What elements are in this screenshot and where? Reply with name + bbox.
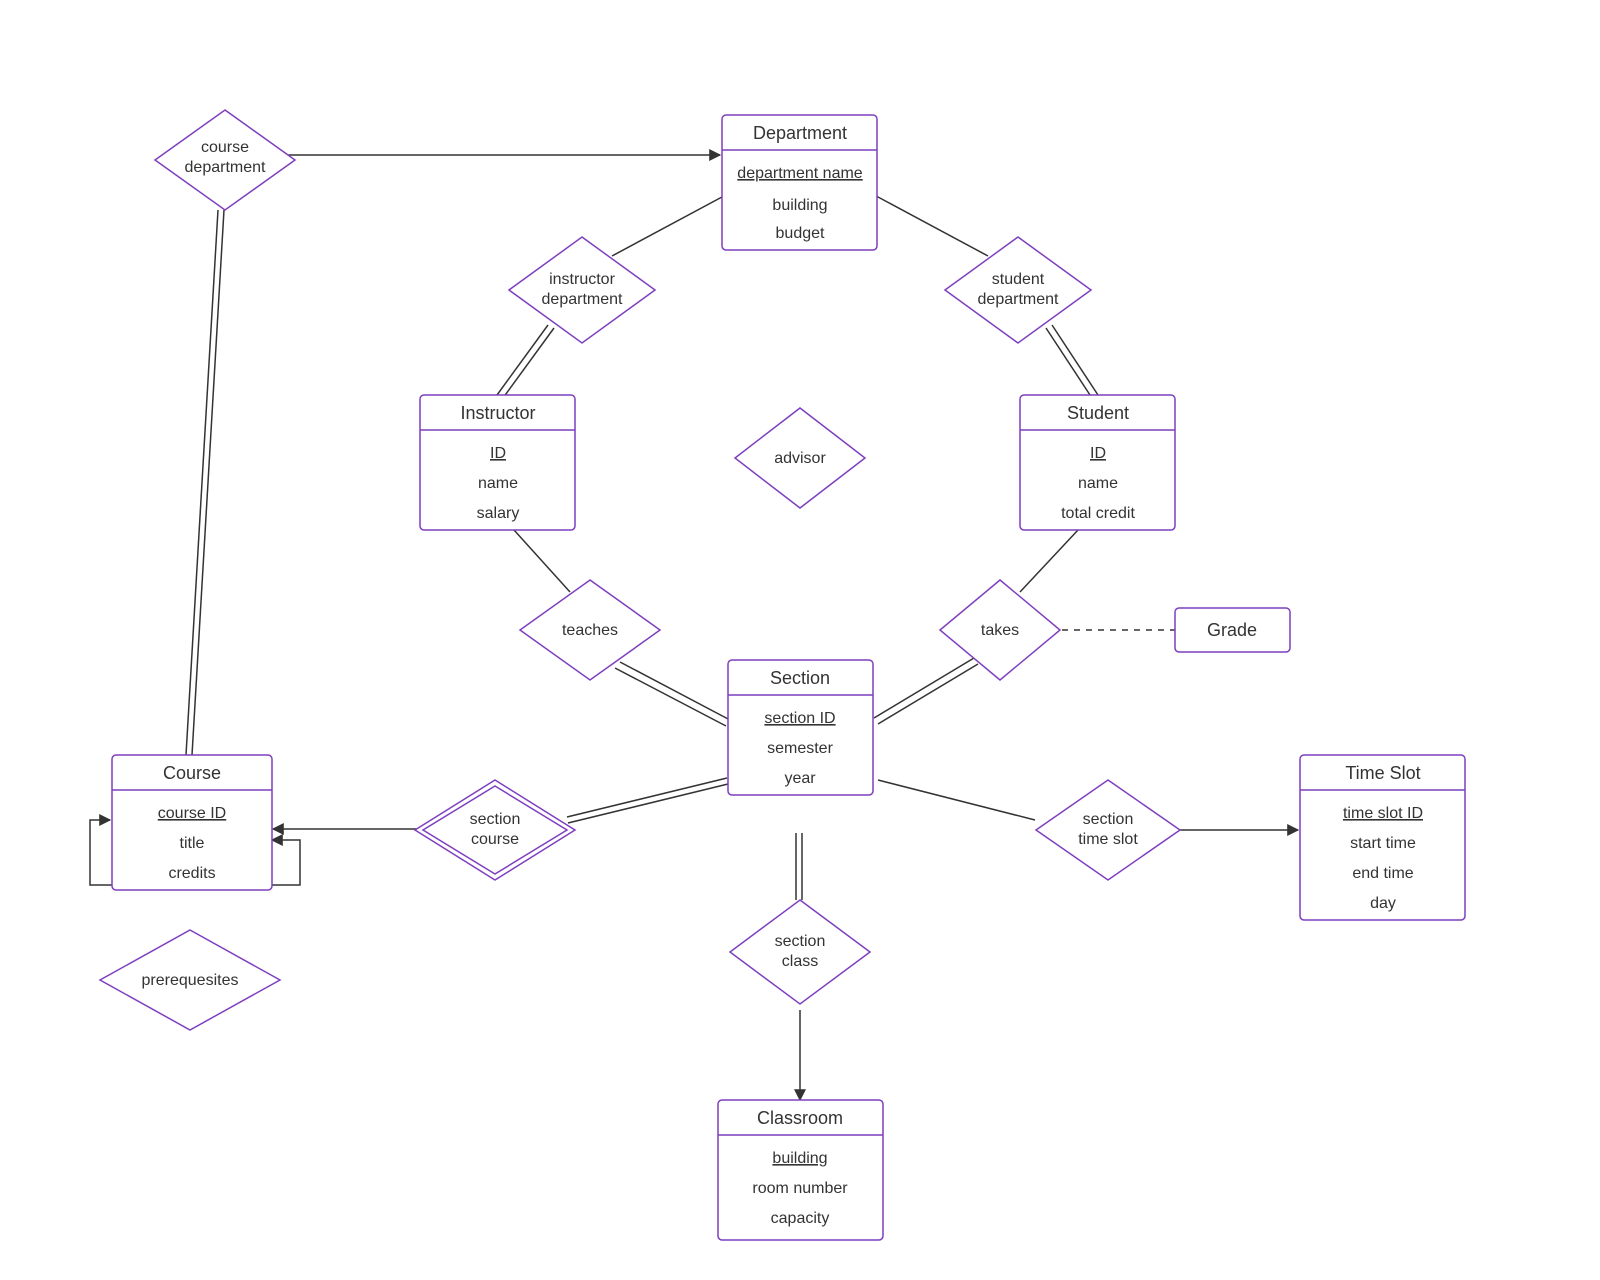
svg-text:time slot ID: time slot ID bbox=[1343, 805, 1423, 822]
edge-studdept-student-b bbox=[1046, 328, 1092, 398]
svg-text:teaches: teaches bbox=[562, 622, 618, 639]
svg-text:year: year bbox=[784, 770, 816, 787]
rel-section-course: section course bbox=[415, 780, 575, 880]
svg-text:course ID: course ID bbox=[158, 805, 226, 822]
entity-student: Student ID name total credit bbox=[1020, 395, 1175, 530]
svg-text:credits: credits bbox=[168, 865, 215, 882]
svg-text:salary: salary bbox=[477, 505, 520, 522]
er-diagram: course department instructor department … bbox=[0, 0, 1600, 1280]
rel-advisor: advisor bbox=[735, 408, 865, 508]
entity-timeslot: Time Slot time slot ID start time end ti… bbox=[1300, 755, 1465, 920]
svg-text:advisor: advisor bbox=[774, 450, 826, 467]
svg-text:course: course bbox=[201, 139, 249, 156]
svg-text:department: department bbox=[978, 291, 1059, 308]
edge-sectime-section bbox=[878, 780, 1035, 820]
svg-text:title: title bbox=[180, 835, 205, 852]
svg-text:time slot: time slot bbox=[1078, 831, 1138, 848]
entity-department: Department department name building budg… bbox=[722, 115, 877, 250]
rel-student-department: student department bbox=[945, 237, 1091, 343]
edge-takes-student bbox=[1020, 530, 1078, 592]
edge-teaches-instructor bbox=[514, 530, 570, 592]
svg-text:Student: Student bbox=[1067, 403, 1129, 423]
edge-teaches-section-b bbox=[615, 668, 726, 726]
svg-text:ID: ID bbox=[1090, 445, 1106, 462]
edge-takes-section-b bbox=[878, 664, 978, 724]
edge-seccourse-section-b bbox=[568, 784, 728, 823]
svg-text:Instructor: Instructor bbox=[460, 403, 535, 423]
edge-instrdept-instructor-a bbox=[497, 325, 548, 395]
svg-text:Grade: Grade bbox=[1207, 620, 1257, 640]
svg-text:total credit: total credit bbox=[1061, 505, 1135, 522]
svg-text:section: section bbox=[470, 811, 521, 828]
entity-instructor: Instructor ID name salary bbox=[420, 395, 575, 530]
svg-text:student: student bbox=[992, 271, 1045, 288]
svg-text:building: building bbox=[772, 1150, 827, 1167]
svg-text:name: name bbox=[478, 475, 518, 492]
svg-text:budget: budget bbox=[776, 225, 825, 242]
entity-classroom: Classroom building room number capacity bbox=[718, 1100, 883, 1240]
svg-text:start time: start time bbox=[1350, 835, 1416, 852]
edge-studdept-student-a bbox=[1052, 325, 1098, 395]
edge-seccourse-section-a bbox=[567, 778, 727, 817]
svg-text:department name: department name bbox=[737, 165, 863, 182]
svg-text:building: building bbox=[772, 197, 827, 214]
svg-text:takes: takes bbox=[981, 622, 1019, 639]
edge-instrdept-instructor-b bbox=[503, 328, 554, 398]
svg-text:section ID: section ID bbox=[764, 710, 835, 727]
entity-section: Section section ID semester year bbox=[728, 660, 873, 795]
svg-text:class: class bbox=[782, 953, 818, 970]
rel-course-department: course department bbox=[155, 110, 295, 210]
edge-instrdept-department bbox=[612, 190, 735, 256]
svg-text:ID: ID bbox=[490, 445, 506, 462]
svg-text:Course: Course bbox=[163, 763, 221, 783]
svg-text:department: department bbox=[185, 159, 266, 176]
rel-section-timeslot: section time slot bbox=[1036, 780, 1180, 880]
svg-text:Classroom: Classroom bbox=[757, 1108, 843, 1128]
svg-text:section: section bbox=[775, 933, 826, 950]
svg-text:Section: Section bbox=[770, 668, 830, 688]
svg-text:end time: end time bbox=[1352, 865, 1413, 882]
rel-prerequisites: prerequesites bbox=[100, 930, 280, 1030]
entity-course: Course course ID title credits bbox=[112, 755, 272, 890]
entity-grade: Grade bbox=[1175, 608, 1290, 652]
rel-takes: takes bbox=[940, 580, 1060, 680]
rel-instructor-department: instructor department bbox=[509, 237, 655, 343]
svg-text:course: course bbox=[471, 831, 519, 848]
svg-text:department: department bbox=[542, 291, 623, 308]
svg-text:prerequesites: prerequesites bbox=[142, 972, 239, 989]
svg-text:room number: room number bbox=[752, 1180, 848, 1197]
rel-section-class: section class bbox=[730, 900, 870, 1004]
svg-text:name: name bbox=[1078, 475, 1118, 492]
edge-teaches-section-a bbox=[620, 662, 730, 720]
svg-text:semester: semester bbox=[767, 740, 833, 757]
svg-text:instructor: instructor bbox=[549, 271, 615, 288]
edge-studdept-department bbox=[865, 190, 988, 256]
svg-text:Department: Department bbox=[753, 123, 847, 143]
svg-text:Time Slot: Time Slot bbox=[1345, 763, 1420, 783]
svg-text:day: day bbox=[1370, 895, 1396, 912]
svg-text:capacity: capacity bbox=[771, 1210, 830, 1227]
rel-teaches: teaches bbox=[520, 580, 660, 680]
edge-coursedept-course-a bbox=[186, 210, 218, 755]
edge-coursedept-course-b bbox=[192, 210, 224, 755]
edge-takes-section-a bbox=[874, 658, 974, 718]
svg-text:section: section bbox=[1083, 811, 1134, 828]
